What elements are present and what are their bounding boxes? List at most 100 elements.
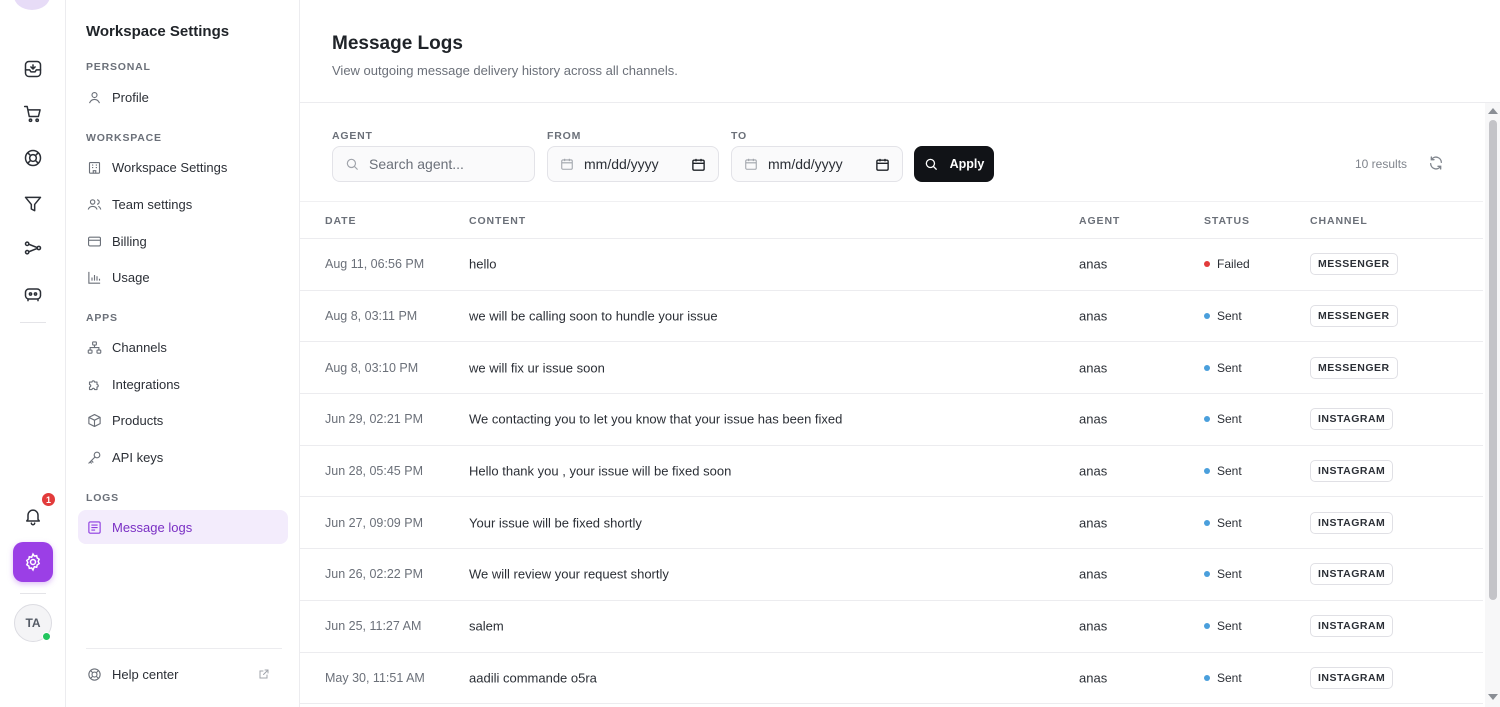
cell-content: We contacting you to let you know that y… xyxy=(469,411,843,427)
cell-date: Jun 25, 11:27 AM xyxy=(325,619,422,634)
sidebar-item-team-settings[interactable]: Team settings xyxy=(78,187,288,221)
to-date-label: TO xyxy=(731,130,747,142)
search-icon xyxy=(925,158,937,170)
cell-date: May 30, 11:51 AM xyxy=(325,670,425,685)
status-label: Sent xyxy=(1217,619,1242,634)
sidebar-item-help-center[interactable]: Help center xyxy=(78,657,288,691)
settings-button[interactable] xyxy=(13,542,53,582)
from-date-label: FROM xyxy=(547,130,582,142)
cell-content: salem xyxy=(469,618,504,634)
to-date-field[interactable]: mm/dd/yyyy xyxy=(731,146,903,182)
box-icon xyxy=(86,412,102,428)
sidebar-item-label: Message logs xyxy=(112,519,193,535)
sidebar-item-label: Help center xyxy=(112,666,179,682)
rail-divider xyxy=(20,593,46,594)
cell-content: we will fix ur issue soon xyxy=(469,360,605,376)
column-header-date[interactable]: DATE xyxy=(325,215,356,227)
scroll-down-arrow[interactable] xyxy=(1488,694,1498,700)
log-icon xyxy=(86,519,102,535)
column-header-status[interactable]: STATUS xyxy=(1204,215,1250,227)
table-row[interactable]: Aug 8, 03:10 PM we will fix ur issue soo… xyxy=(300,342,1483,395)
cell-date: Aug 11, 06:56 PM xyxy=(325,257,425,272)
cell-status: Sent xyxy=(1204,412,1242,426)
main-content: Message Logs View outgoing message deliv… xyxy=(300,0,1500,707)
sidebar-item-label: Workspace Settings xyxy=(112,159,228,175)
table-row[interactable]: Jun 27, 09:09 PM Your issue will be fixe… xyxy=(300,497,1483,550)
app-logo[interactable] xyxy=(14,0,50,10)
status-dot xyxy=(1204,468,1210,475)
scroll-up-arrow[interactable] xyxy=(1488,108,1498,114)
cell-agent: anas xyxy=(1079,360,1108,376)
sidebar-item-channels[interactable]: Channels xyxy=(78,330,288,364)
from-date-field[interactable]: mm/dd/yyyy xyxy=(547,146,719,182)
support-icon[interactable] xyxy=(17,142,49,174)
sidebar-item-label: API keys xyxy=(112,449,164,465)
status-dot xyxy=(1204,623,1210,630)
channel-badge: INSTAGRAM xyxy=(1310,408,1394,431)
channel-badge: INSTAGRAM xyxy=(1310,563,1394,586)
cell-status: Sent xyxy=(1204,361,1242,375)
sidebar-item-integrations[interactable]: Integrations xyxy=(78,367,288,401)
column-header-content[interactable]: CONTENT xyxy=(469,215,526,227)
sidebar-item-label: Team settings xyxy=(112,196,193,212)
bot-icon[interactable] xyxy=(17,278,49,310)
sidebar-item-profile[interactable]: Profile xyxy=(78,80,288,114)
icon-rail: 1 TA xyxy=(0,0,66,707)
user-icon xyxy=(86,89,102,105)
cell-content: Your issue will be fixed shortly xyxy=(469,515,642,531)
status-label: Sent xyxy=(1217,360,1242,375)
column-header-channel[interactable]: CHANNEL xyxy=(1310,215,1368,227)
cell-status: Failed xyxy=(1204,257,1250,271)
sidebar-title: Workspace Settings xyxy=(86,23,230,40)
status-dot xyxy=(1204,674,1210,681)
sidebar-divider xyxy=(86,648,282,649)
scrollbar-thumb[interactable] xyxy=(1489,120,1497,600)
table-row[interactable]: Jun 26, 02:22 PM We will review your req… xyxy=(300,549,1483,601)
page-title: Message Logs xyxy=(332,33,463,54)
cell-agent: anas xyxy=(1079,256,1108,272)
table-row[interactable]: Jun 28, 05:45 PM Hello thank you , your … xyxy=(300,446,1483,498)
table-row[interactable]: Jun 25, 11:27 AM salem anas Sent INSTAGR… xyxy=(300,601,1483,653)
table-row[interactable]: May 30, 11:51 AM aadili commande o5ra an… xyxy=(300,653,1483,705)
status-label: Sent xyxy=(1217,464,1242,479)
cell-agent: anas xyxy=(1079,670,1108,686)
sidebar-item-label: Products xyxy=(112,412,164,428)
settings-sidebar: Workspace Settings PERSONAL Profile WORK… xyxy=(66,0,300,707)
key-icon xyxy=(86,449,102,465)
sidebar-item-billing[interactable]: Billing xyxy=(78,224,288,258)
notification-badge: 1 xyxy=(41,492,56,507)
table-row[interactable]: Jun 29, 02:21 PM We contacting you to le… xyxy=(300,394,1483,446)
cell-status: Sent xyxy=(1204,516,1242,530)
inbox-icon[interactable] xyxy=(17,53,49,85)
flow-icon[interactable] xyxy=(17,232,49,264)
date-picker-icon[interactable] xyxy=(875,157,890,172)
refresh-icon[interactable] xyxy=(1428,155,1446,173)
sidebar-item-label: Profile xyxy=(112,89,149,105)
cell-date: Jun 27, 09:09 PM xyxy=(325,515,423,530)
channel-badge: MESSENGER xyxy=(1310,305,1398,328)
column-header-agent[interactable]: AGENT xyxy=(1079,215,1120,227)
cell-date: Jun 29, 02:21 PM xyxy=(325,412,423,427)
date-picker-icon[interactable] xyxy=(691,157,706,172)
page-header: Message Logs View outgoing message deliv… xyxy=(300,0,1500,103)
status-label: Sent xyxy=(1217,515,1242,530)
cart-icon[interactable] xyxy=(17,98,49,130)
funnel-icon[interactable] xyxy=(17,188,49,220)
status-dot xyxy=(1204,261,1210,268)
agent-search-input[interactable] xyxy=(369,156,529,172)
table-row[interactable]: Aug 8, 03:11 PM we will be calling soon … xyxy=(300,291,1483,343)
cell-date: Aug 8, 03:10 PM xyxy=(325,360,419,375)
cell-status: Sent xyxy=(1204,671,1242,685)
table-row[interactable]: Aug 11, 06:56 PM hello anas Failed MESSE… xyxy=(300,239,1483,291)
cell-agent: anas xyxy=(1079,411,1108,427)
sidebar-item-products[interactable]: Products xyxy=(78,403,288,437)
sidebar-item-api-keys[interactable]: API keys xyxy=(78,440,288,474)
sidebar-item-message-logs[interactable]: Message logs xyxy=(78,510,288,544)
status-label: Sent xyxy=(1217,670,1242,685)
cell-date: Aug 8, 03:11 PM xyxy=(325,309,418,324)
agent-filter-label: AGENT xyxy=(332,130,373,142)
apply-button[interactable]: Apply xyxy=(914,146,994,182)
agent-search-field[interactable] xyxy=(332,146,535,182)
sidebar-item-usage[interactable]: Usage xyxy=(78,260,288,294)
sidebar-item-workspace-settings[interactable]: Workspace Settings xyxy=(78,150,288,184)
